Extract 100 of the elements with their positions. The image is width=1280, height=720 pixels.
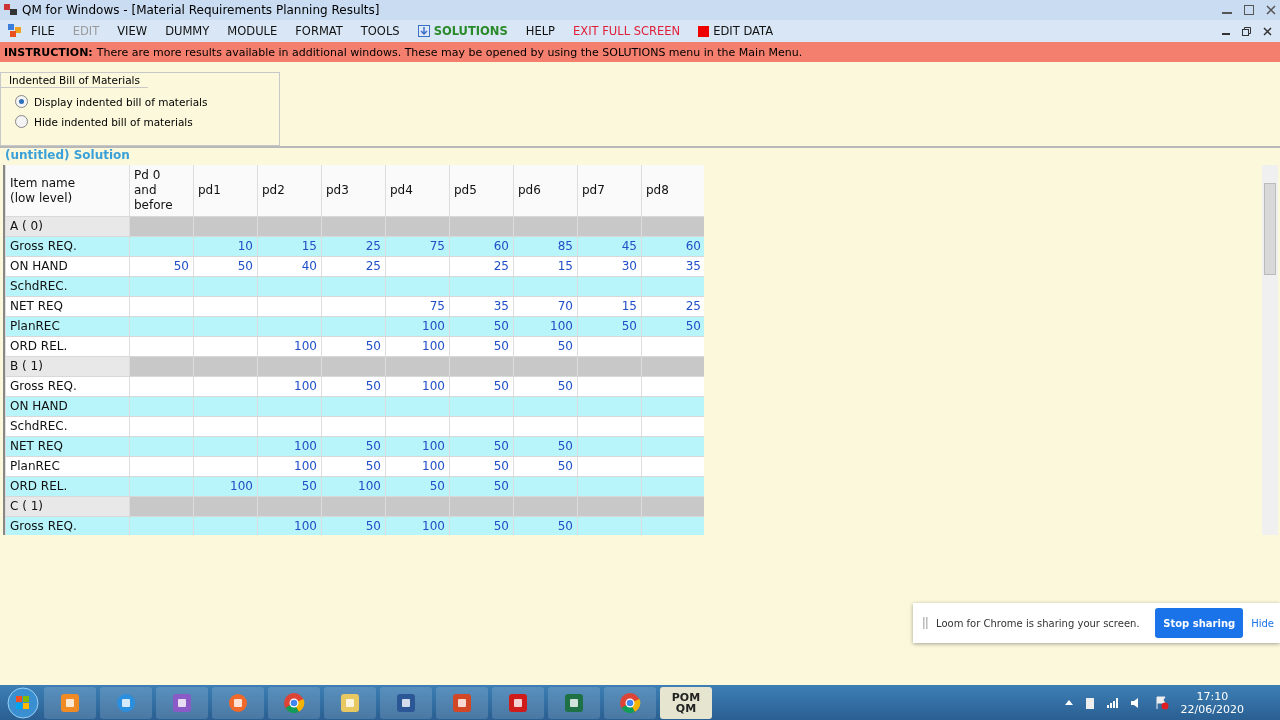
taskbar-button[interactable] (492, 686, 544, 719)
close-icon[interactable] (1263, 26, 1272, 36)
row-label: ORD REL. (5, 477, 129, 496)
menu-item[interactable]: FORMAT (286, 24, 352, 38)
maximize-icon[interactable] (1244, 5, 1254, 15)
taskbar-button[interactable] (100, 686, 152, 719)
column-header: pd1 (193, 165, 257, 216)
table-cell: 50 (577, 317, 641, 336)
chrome-icon (619, 691, 641, 714)
radio-button[interactable] (15, 115, 28, 128)
taskbar-button[interactable] (324, 686, 376, 719)
menu-item[interactable]: VIEW (108, 24, 157, 38)
menu-item[interactable]: TOOLS (351, 24, 409, 38)
scrollbar[interactable] (1262, 165, 1278, 535)
column-header: pd3 (321, 165, 385, 216)
column-header: Item name (low level) (5, 165, 129, 216)
close-icon[interactable] (1266, 5, 1276, 15)
radio-label: Hide indented bill of materials (34, 115, 193, 128)
table-cell: 50 (449, 317, 513, 336)
hide-button[interactable]: Hide (1251, 617, 1280, 629)
table-cell: 50 (321, 337, 385, 356)
column-header: pd6 (513, 165, 577, 216)
table-cell: 75 (385, 297, 449, 316)
table-cell: 70 (513, 297, 577, 316)
table-cell: 25 (449, 257, 513, 276)
table-cell: 15 (577, 297, 641, 316)
taskbar-app[interactable]: POM QM (660, 686, 712, 719)
table-cell: 100 (385, 517, 449, 535)
table-cell: 40 (257, 257, 321, 276)
square-icon (698, 25, 710, 37)
table-cell: 100 (257, 457, 321, 476)
table-cell: 100 (513, 317, 577, 336)
table-cell: 50 (321, 437, 385, 456)
radio-label: Display indented bill of materials (34, 95, 208, 108)
table-cell: 100 (257, 377, 321, 396)
row-label: Gross REQ. (5, 517, 129, 535)
table-cell: 50 (513, 437, 577, 456)
group-label: A ( 0) (5, 217, 129, 236)
row-label: Gross REQ. (5, 377, 129, 396)
row-label: SchdREC. (5, 277, 129, 296)
table-cell: 60 (449, 237, 513, 256)
taskbar-button[interactable] (604, 686, 656, 719)
column-header: pd4 (385, 165, 449, 216)
table-cell: 100 (385, 457, 449, 476)
table-cell: 50 (513, 517, 577, 535)
stop-sharing-button[interactable]: Stop sharing (1155, 608, 1244, 638)
row-label: NET REQ (5, 297, 129, 316)
menu-item[interactable]: FILE (22, 24, 64, 38)
table-cell: 10 (193, 237, 257, 256)
menu-item[interactable]: EDIT DATA (689, 24, 783, 38)
restore-icon[interactable] (1242, 26, 1251, 36)
table-cell: 25 (321, 257, 385, 276)
table-cell: 50 (129, 257, 193, 276)
share-message: Loom for Chrome is sharing your screen. (936, 617, 1140, 629)
table-cell: 100 (385, 337, 449, 356)
column-header: pd8 (641, 165, 704, 216)
menu-item[interactable]: DUMMY (156, 24, 219, 38)
table-cell: 25 (321, 237, 385, 256)
flag-icon[interactable] (1154, 695, 1169, 710)
column-header: pd2 (257, 165, 321, 216)
taskbar-button[interactable] (268, 686, 320, 719)
table-cell: 25 (641, 297, 704, 316)
table-cell: 85 (513, 237, 577, 256)
table-cell: 50 (449, 337, 513, 356)
row-label: Gross REQ. (5, 237, 129, 256)
table-cell: 50 (321, 377, 385, 396)
start-button[interactable] (6, 685, 40, 720)
table-cell: 50 (321, 457, 385, 476)
row-label: ON HAND (5, 257, 129, 276)
app-icon (4, 4, 18, 16)
taskbar-button[interactable] (212, 686, 264, 719)
taskbar-button[interactable] (156, 686, 208, 719)
taskbar-button[interactable] (548, 686, 600, 719)
menu-item[interactable]: EXIT FULL SCREEN (564, 24, 690, 38)
menu-item[interactable]: MODULE (218, 24, 287, 38)
table-cell: 15 (513, 257, 577, 276)
column-header: pd7 (577, 165, 641, 216)
grip-icon (923, 617, 928, 629)
row-label: SchdREC. (5, 417, 129, 436)
row-label: PlanREC (5, 317, 129, 336)
table-cell: 50 (193, 257, 257, 276)
taskbar-button[interactable] (44, 686, 96, 719)
table-cell: 50 (449, 437, 513, 456)
row-label: PlanREC (5, 457, 129, 476)
taskbar-button[interactable] (436, 686, 488, 719)
table-cell: 50 (449, 457, 513, 476)
table-cell: 15 (257, 237, 321, 256)
table-cell: 100 (193, 477, 257, 496)
radio-button[interactable] (15, 95, 28, 108)
table-cell: 100 (257, 337, 321, 356)
menu-item[interactable]: HELP (516, 24, 565, 38)
instruction-text: There are more results available in additional windows. These may be opened by using the SOLUTIONS menu in the Main Menu. (96, 45, 803, 59)
caret-icon[interactable] (1064, 700, 1073, 705)
table-cell: 35 (641, 257, 704, 276)
chrome-icon (283, 691, 305, 714)
windows-icon[interactable] (8, 24, 22, 38)
signal-icon[interactable] (1106, 697, 1119, 708)
table-cell: 75 (385, 237, 449, 256)
table-cell: 100 (385, 317, 449, 336)
taskbar-button[interactable] (380, 686, 432, 719)
